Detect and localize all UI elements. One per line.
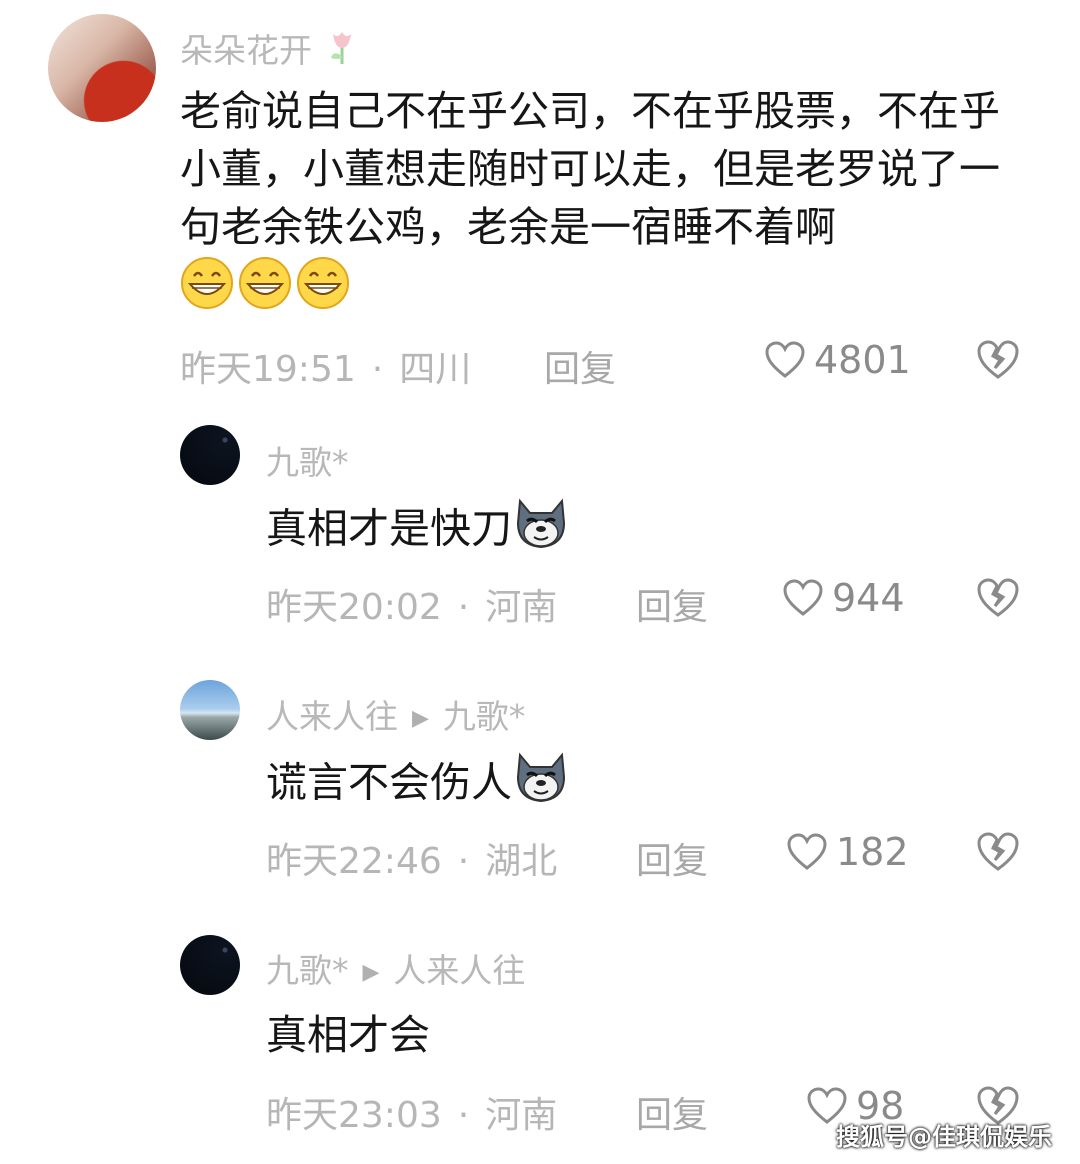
like-count: 944 [832,576,905,620]
heart-icon [765,341,805,378]
separator: · [457,1095,470,1136]
dog-emoji [512,751,570,820]
reply-to-user[interactable]: 人来人往 [393,951,525,990]
separator: · [371,349,384,390]
comment-text: 真相才是快刀 [266,497,570,566]
avatar[interactable] [180,935,240,995]
location: 河南 [485,587,558,628]
reply-button[interactable]: 回复 [544,340,616,392]
reply-button[interactable]: 回复 [636,1086,708,1138]
location: 四川 [399,349,472,390]
avatar[interactable] [180,425,240,485]
comment-meta: 昨天23:03 · 河南 [266,1086,557,1138]
username[interactable]: 九歌* ▶ 人来人往 [266,944,525,992]
location: 河南 [485,1095,558,1136]
broken-heart-icon[interactable] [976,830,1020,874]
like-button[interactable]: 4801 [764,338,911,382]
comment-meta: 昨天19:51 · 四川 [180,340,471,392]
broken-heart-icon[interactable] [976,576,1020,620]
username[interactable]: 人来人往 ▶ 九歌* [266,690,525,738]
reply-to-user[interactable]: 九歌* [443,697,526,736]
avatar[interactable] [180,680,240,740]
like-count: 4801 [814,338,911,382]
dog-emoji [512,497,570,566]
comment-meta: 昨天22:46 · 湖北 [266,832,557,884]
reply-button[interactable]: 回复 [636,832,708,884]
comment-thread: 朵朵花开 老俞说自己不在乎公司，不在乎股票，不在乎小董，小董想走随时可以走，但是… [0,0,1080,1164]
like-count: 182 [836,830,909,874]
tulip-icon [330,32,351,64]
avatar[interactable] [48,14,156,122]
reply-arrow-icon: ▶ [412,706,429,731]
comment-text: 谎言不会伤人 [266,751,570,820]
comment-text: 真相才会 [266,1011,430,1059]
heart-icon [787,833,827,870]
broken-heart-icon[interactable] [976,338,1020,382]
grin-emoji [180,256,354,325]
heart-icon [783,579,823,616]
username[interactable]: 朵朵花开 [180,24,357,72]
location: 湖北 [485,841,558,882]
timestamp: 昨天19:51 [180,349,356,390]
username[interactable]: 九歌* [266,436,349,484]
timestamp: 昨天22:46 [266,841,442,882]
like-button[interactable]: 944 [782,576,905,620]
separator: · [457,587,470,628]
like-button[interactable]: 182 [786,830,909,874]
reply-button[interactable]: 回复 [636,578,708,630]
watermark: 搜狐号@佳琪侃娱乐 [836,1123,1052,1151]
timestamp: 昨天20:02 [266,587,442,628]
separator: · [457,841,470,882]
timestamp: 昨天23:03 [266,1095,442,1136]
comment-meta: 昨天20:02 · 河南 [266,578,557,630]
reply-arrow-icon: ▶ [362,960,380,985]
comment-text: 老俞说自己不在乎公司，不在乎股票，不在乎小董，小董想走随时可以走，但是老罗说了一… [180,82,1000,325]
